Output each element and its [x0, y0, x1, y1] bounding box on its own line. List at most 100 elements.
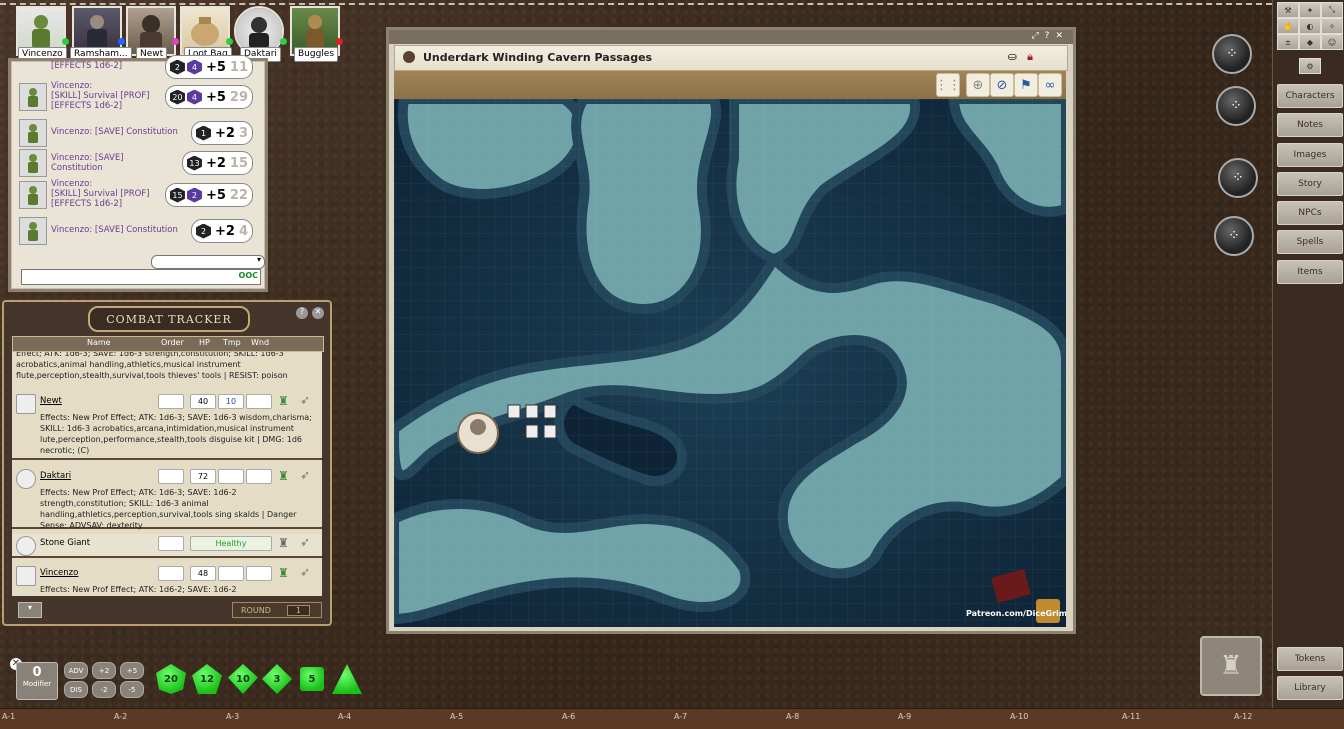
chat-identity-select[interactable]: ▾ — [151, 255, 265, 269]
ct-entry-name[interactable]: Daktari — [40, 471, 71, 481]
sidebar-button-characters[interactable]: Characters — [1277, 84, 1343, 108]
flag-icon[interactable]: ⚑ — [1014, 73, 1038, 97]
faction-icon[interactable]: ♜ — [278, 394, 289, 408]
ct-entry-stone-giant[interactable]: Stone Giant Healthy ♜ ➶ — [12, 534, 322, 558]
health-status: Healthy — [190, 536, 272, 551]
sidebar-button-images[interactable]: Images — [1277, 143, 1343, 167]
faction-icon[interactable]: ♜ — [278, 536, 289, 550]
map-window-titlebar[interactable]: ⤢?✕ — [389, 30, 1073, 44]
ct-entry-name[interactable]: Vincenzo — [40, 568, 78, 578]
faction-icon[interactable]: ♜ — [278, 469, 289, 483]
lighting-icon[interactable]: ✦ — [1299, 2, 1321, 18]
d6-die-icon[interactable]: 5 — [300, 667, 324, 691]
minus-2-button[interactable]: -2 — [92, 681, 116, 698]
close-icon[interactable]: ✕ — [312, 307, 324, 319]
target-icon[interactable]: ⊕ — [966, 73, 990, 97]
settings-icon[interactable]: ⚙ — [1299, 58, 1321, 74]
expand-icon[interactable]: ⤡ — [1321, 2, 1343, 18]
d20-die-icon: 15 — [169, 187, 185, 203]
plus-5-button[interactable]: +5 — [120, 662, 144, 679]
help-icon[interactable]: ? — [296, 307, 308, 319]
grid-icon[interactable]: ⋮⋮ — [935, 73, 961, 97]
wounds-field[interactable] — [246, 469, 272, 484]
chat-message-text: Vincenzo: [SAVE] Constitution — [51, 127, 178, 137]
plus-2-button[interactable]: +2 — [92, 662, 116, 679]
dis-button[interactable]: DIS — [64, 681, 88, 698]
dice-tower-icon[interactable]: ♜ — [1200, 636, 1262, 696]
chat-mode-label[interactable]: OOC — [239, 271, 258, 280]
sidebar-button-items[interactable]: Items — [1277, 260, 1343, 284]
targeting-icon[interactable]: ➶ — [300, 535, 310, 549]
d20-die-icon[interactable]: 20 — [156, 664, 186, 694]
d4-die-icon[interactable] — [332, 664, 362, 694]
roll-modifier: +2 — [205, 155, 226, 171]
dice-tower-icon[interactable]: ⁘ — [1214, 216, 1254, 256]
chat-roll-result: 1 +2 3 — [191, 121, 253, 145]
sidebar-button-npcs[interactable]: NPCs — [1277, 201, 1343, 225]
d10-die-icon[interactable]: 10 — [228, 664, 258, 694]
initiative-field[interactable] — [158, 536, 184, 551]
ct-entry-daktari[interactable]: Daktari 72 ♜ ➶ Effects: New Prof Effect;… — [12, 467, 322, 530]
portrait-name: Buggles — [294, 47, 339, 62]
chat-input[interactable]: OOC — [21, 269, 261, 285]
chat-message: Vincenzo: [SKILL] Survival [PROF] [EFFEC… — [19, 81, 257, 113]
mask-icon[interactable]: ◐ — [1299, 18, 1321, 34]
status-dot — [226, 38, 233, 45]
map-canvas[interactable]: Patreon.com/DiceGrimorium — [394, 99, 1066, 627]
share-icon[interactable]: ⛀ — [1008, 50, 1017, 63]
d12-die-icon[interactable]: 12 — [192, 664, 222, 694]
link-icon[interactable] — [403, 51, 415, 63]
person-icon[interactable]: ☺ — [1321, 34, 1343, 50]
no-mask-icon[interactable]: ⊘ — [990, 73, 1014, 97]
tmp-hp-field[interactable] — [218, 469, 244, 484]
targeting-icon[interactable]: ➶ — [300, 468, 310, 482]
pointer-icon[interactable]: ✧ — [1321, 18, 1343, 34]
ct-entry-name[interactable]: Stone Giant — [40, 538, 90, 548]
minus-5-button[interactable]: -5 — [120, 681, 144, 698]
d8-die-icon[interactable]: 3 — [262, 664, 292, 694]
tmp-hp-field[interactable]: 10 — [218, 394, 244, 409]
hp-field[interactable]: 40 — [190, 394, 216, 409]
sidebar-button-library[interactable]: Library — [1277, 676, 1343, 700]
modifier-box[interactable]: 0 Modifier — [16, 662, 58, 700]
faction-icon[interactable]: ♜ — [278, 566, 289, 580]
hp-field[interactable]: 72 — [190, 469, 216, 484]
roll-total: 29 — [229, 89, 248, 105]
dice-tower-icon[interactable]: ⁘ — [1212, 34, 1252, 74]
hp-field[interactable]: 48 — [190, 566, 216, 581]
sidebar-button-notes[interactable]: Notes — [1277, 113, 1343, 137]
tmp-hp-field[interactable] — [218, 566, 244, 581]
map-toolbar: ⋮⋮ ⊕ ⊘ ⚑ ∞ — [394, 71, 1066, 99]
dice-tower-icon[interactable]: ⁘ — [1216, 86, 1256, 126]
initiative-field[interactable] — [158, 394, 184, 409]
dice-tower-icon[interactable]: ⁘ — [1218, 158, 1258, 198]
ct-entry-name[interactable]: Newt — [40, 396, 62, 406]
targeting-icon[interactable]: ➶ — [300, 393, 310, 407]
sidebar-button-spells[interactable]: Spells — [1277, 230, 1343, 254]
chat-message-text: Vincenzo: [SKILL] Survival [PROF] [EFFEC… — [51, 81, 150, 111]
chat-window: [EFFECTS 1d6-2] 2 4 +5 11 Vincenzo: [SKI… — [8, 55, 268, 292]
color-icon[interactable]: ◆ — [1299, 34, 1321, 50]
round-value[interactable]: 1 — [286, 604, 310, 616]
wounds-field[interactable] — [246, 394, 272, 409]
modifier-icon[interactable]: ± — [1277, 34, 1299, 50]
tools-icon[interactable]: ⚒ — [1277, 2, 1299, 18]
map-watermark: Patreon.com/DiceGrimorium — [966, 609, 1066, 618]
wounds-field[interactable] — [246, 566, 272, 581]
combat-tracker-title: COMBAT TRACKER — [88, 306, 250, 332]
ct-entry-newt[interactable]: Newt 40 10 ♜ ➶ Effects: New Prof Effect;… — [12, 392, 322, 460]
targeting-icon[interactable]: ➶ — [300, 565, 310, 579]
initiative-field[interactable] — [158, 469, 184, 484]
collapse-toggle-icon[interactable]: ▾ — [18, 602, 42, 618]
adv-button[interactable]: ADV — [64, 662, 88, 679]
initiative-field[interactable] — [158, 566, 184, 581]
modifier-value: 0 — [32, 665, 42, 680]
binoculars-icon[interactable]: ∞ — [1038, 73, 1062, 97]
sidebar-button-story[interactable]: Story — [1277, 172, 1343, 196]
sidebar-button-tokens[interactable]: Tokens — [1277, 647, 1343, 671]
window-controls-icon[interactable]: ⤢?✕ — [1031, 31, 1069, 41]
vincenzo-token-icon — [19, 119, 47, 147]
ct-entry-vincenzo[interactable]: Vincenzo 48 ♜ ➶ Effects: New Prof Effect… — [12, 564, 322, 596]
hand-icon[interactable]: ✋ — [1277, 18, 1299, 34]
lock-icon[interactable]: 🔒︎ — [1027, 50, 1033, 64]
